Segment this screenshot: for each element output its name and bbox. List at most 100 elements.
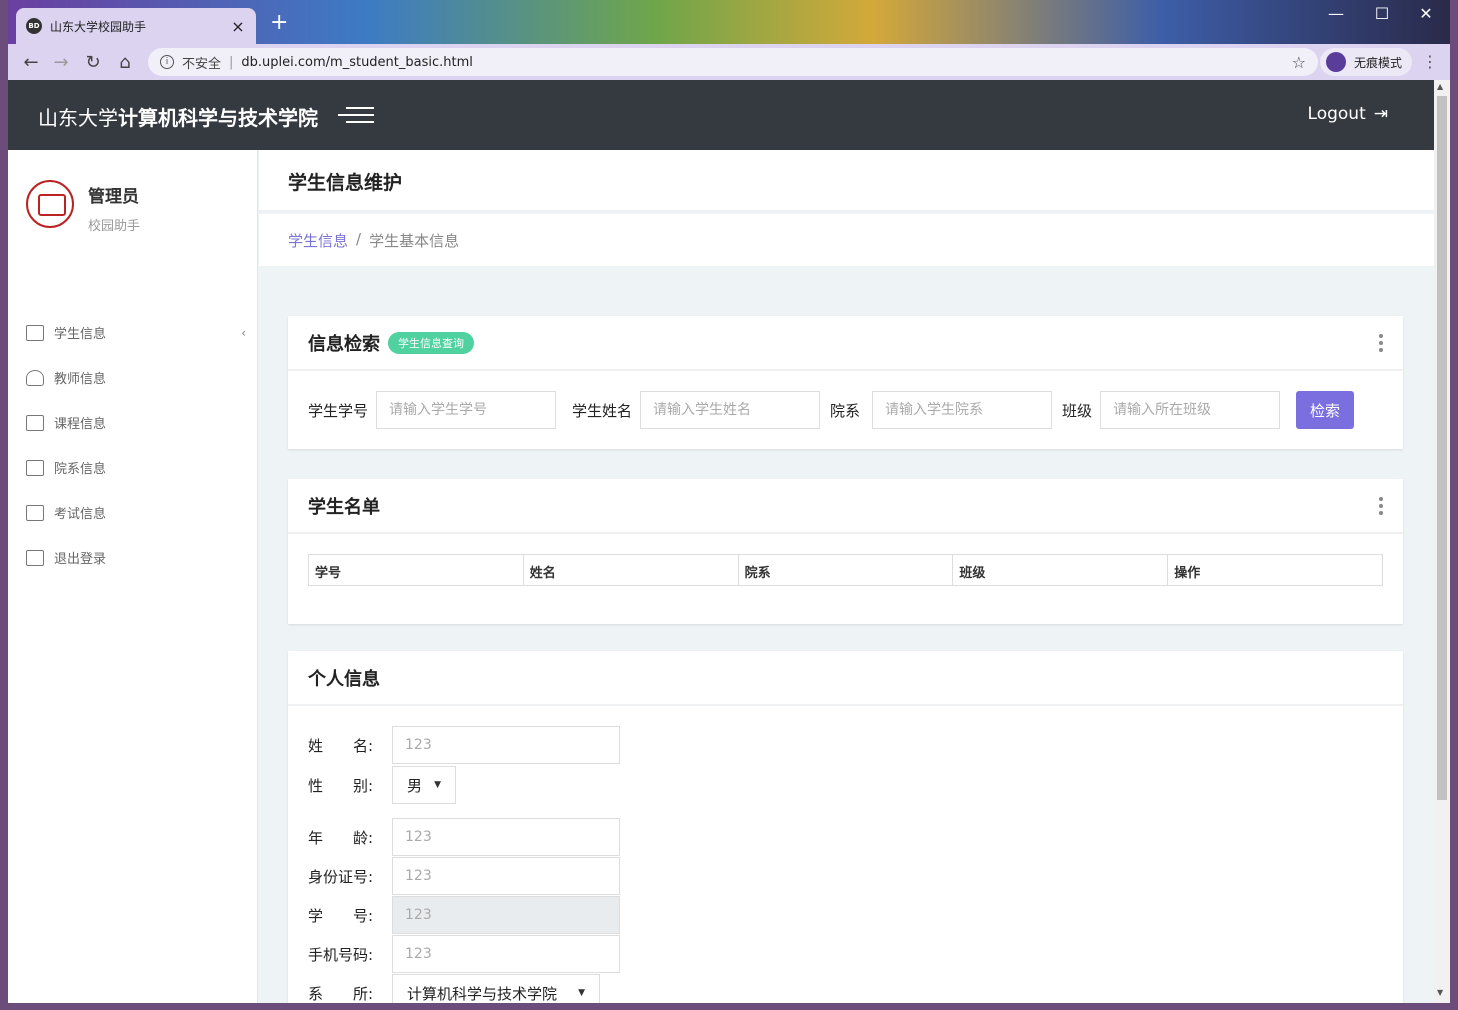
page-header: 学生信息维护: [259, 150, 1434, 212]
sidebar-item-label: 退出登录: [54, 552, 107, 567]
url-divider: |: [229, 54, 234, 70]
tab-close-icon[interactable]: ×: [230, 17, 246, 36]
forward-icon[interactable]: →: [48, 50, 74, 76]
class-input[interactable]: [1100, 391, 1281, 429]
card-icon: [26, 549, 44, 566]
personal-info-card: 个人信息 姓 名: 123 性 别: 男 ▼ 年 龄: 123 身份证号: 12…: [288, 651, 1403, 1003]
logout-label: Logout: [1307, 104, 1366, 124]
breadcrumb: 学生信息 / 学生基本信息: [288, 230, 459, 251]
more-options-icon[interactable]: [1379, 334, 1383, 352]
student-number-field: 123: [392, 896, 620, 934]
home-icon[interactable]: ⌂: [112, 50, 138, 76]
breadcrumb-current: 学生基本信息: [369, 232, 460, 250]
sidebar-item-label: 考试信息: [54, 507, 107, 522]
column-header-id: 学号: [309, 555, 524, 585]
url-field[interactable]: i 不安全 | db.uplei.com/m_student_basic.htm…: [148, 48, 1318, 76]
personal-info-title: 个人信息: [308, 668, 380, 690]
id-card-field[interactable]: 123: [392, 857, 620, 895]
page-scrollbar[interactable]: ▲ ▼: [1434, 80, 1450, 1003]
department-select[interactable]: 计算机科学与技术学院 ▼: [392, 974, 600, 1003]
age-field[interactable]: 123: [392, 818, 620, 856]
name-label: 姓 名:: [308, 736, 374, 755]
gender-value: 男: [407, 776, 423, 795]
sidebar-item-department-info[interactable]: 院系信息: [26, 445, 246, 490]
logout-icon: ⇥: [1373, 104, 1388, 124]
scroll-up-icon[interactable]: ▲: [1437, 82, 1443, 91]
student-name-label: 学生姓名: [572, 401, 633, 420]
chevron-left-icon: ‹: [241, 325, 246, 340]
logout-button[interactable]: Logout ⇥: [1308, 104, 1388, 124]
sidebar-item-exam-info[interactable]: 考试信息: [26, 490, 246, 535]
department-input[interactable]: [872, 391, 1053, 429]
age-label: 年 龄:: [308, 828, 374, 847]
brand-title: 山东大学计算机科学与技术学院: [38, 102, 318, 131]
tab-title: 山东大学校园助手: [50, 19, 147, 34]
form-row-department: 系 所: 计算机科学与技术学院 ▼: [308, 974, 1383, 1003]
more-options-icon[interactable]: [1379, 497, 1383, 515]
class-label: 班级: [1062, 401, 1093, 420]
browser-menu-icon[interactable]: ⋮: [1422, 52, 1438, 71]
form-row-student-number: 学 号: 123: [308, 896, 1383, 934]
profile-subtitle: 校园助手: [88, 219, 141, 234]
url-text[interactable]: db.uplei.com/m_student_basic.html: [241, 55, 1291, 70]
user-icon: [26, 369, 44, 386]
department-label: 院系: [830, 401, 861, 420]
address-bar-row: ← → ↻ ⌂ i 不安全 | db.uplei.com/m_student_b…: [8, 44, 1450, 80]
form-row-name: 姓 名: 123: [308, 726, 1383, 764]
browser-tab[interactable]: BD 山东大学校园助手 ×: [16, 8, 256, 44]
phone-label: 手机号码:: [308, 945, 374, 964]
minimize-icon[interactable]: —: [1316, 4, 1356, 23]
form-row-phone: 手机号码: 123: [308, 935, 1383, 973]
user-profile: 管理员 校园助手: [26, 180, 140, 234]
card-icon: [26, 324, 44, 341]
avatar: [26, 180, 74, 228]
department-field-label: 系 所:: [308, 984, 374, 1003]
student-table: 学号 姓名 院系 班级 操作: [308, 554, 1383, 586]
sidebar-item-logout[interactable]: 退出登录: [26, 535, 246, 580]
sidebar-item-student-info[interactable]: 学生信息 ‹: [26, 310, 246, 355]
student-name-input[interactable]: [640, 391, 821, 429]
student-id-input[interactable]: [376, 391, 557, 429]
incognito-button[interactable]: 无痕模式: [1320, 48, 1412, 76]
sidebar-menu: 学生信息 ‹ 教师信息 课程信息 院系信息 考试信息 退出登录: [26, 310, 246, 580]
sidebar-toggle-icon[interactable]: [338, 107, 374, 123]
dropdown-caret-icon: ▼: [578, 988, 585, 998]
close-window-icon[interactable]: ✕: [1406, 4, 1446, 23]
sidebar-item-teacher-info[interactable]: 教师信息: [26, 355, 246, 400]
form-row-id-card: 身份证号: 123: [308, 857, 1383, 895]
incognito-label: 无痕模式: [1354, 55, 1403, 70]
column-header-department: 院系: [739, 555, 954, 585]
gender-select[interactable]: 男 ▼: [392, 766, 456, 804]
student-number-label: 学 号:: [308, 906, 374, 925]
reload-icon[interactable]: ↻: [80, 50, 106, 76]
profile-name: 管理员: [88, 187, 139, 207]
brand-bold: 计算机科学与技术学院: [118, 106, 318, 130]
scroll-down-icon[interactable]: ▼: [1437, 988, 1443, 997]
phone-field[interactable]: 123: [392, 935, 620, 973]
student-list-title: 学生名单: [308, 496, 380, 518]
sidebar-item-course-info[interactable]: 课程信息: [26, 400, 246, 445]
department-value: 计算机科学与技术学院: [407, 984, 558, 1003]
student-id-label: 学生学号: [308, 401, 369, 420]
gender-label: 性 别:: [308, 776, 374, 795]
search-button[interactable]: 检索: [1296, 391, 1355, 429]
sidebar-item-label: 学生信息: [54, 327, 107, 342]
bookmark-star-icon[interactable]: ☆: [1292, 53, 1306, 72]
scroll-thumb[interactable]: [1437, 96, 1447, 800]
app-viewport: 山东大学计算机科学与技术学院 Logout ⇥ 管理员 校园助手 学生信息 ‹ …: [8, 80, 1434, 1003]
brand-prefix: 山东大学: [38, 106, 118, 130]
incognito-icon: [1326, 52, 1346, 72]
breadcrumb-link[interactable]: 学生信息: [288, 230, 348, 251]
maximize-icon[interactable]: ☐: [1362, 4, 1402, 23]
info-icon[interactable]: i: [160, 55, 174, 69]
back-icon[interactable]: ←: [18, 50, 44, 76]
form-row-gender: 性 别: 男 ▼: [308, 766, 1383, 804]
breadcrumb-separator: /: [356, 230, 362, 248]
name-field[interactable]: 123: [392, 726, 620, 764]
new-tab-icon[interactable]: +: [270, 12, 288, 34]
search-card-title: 信息检索: [308, 333, 380, 355]
favicon-icon: BD: [26, 18, 42, 34]
tab-strip: BD 山东大学校园助手 × + — ☐ ✕: [8, 0, 1450, 44]
sidebar-item-label: 教师信息: [54, 372, 107, 387]
status-badge: 学生信息查询: [388, 331, 474, 354]
